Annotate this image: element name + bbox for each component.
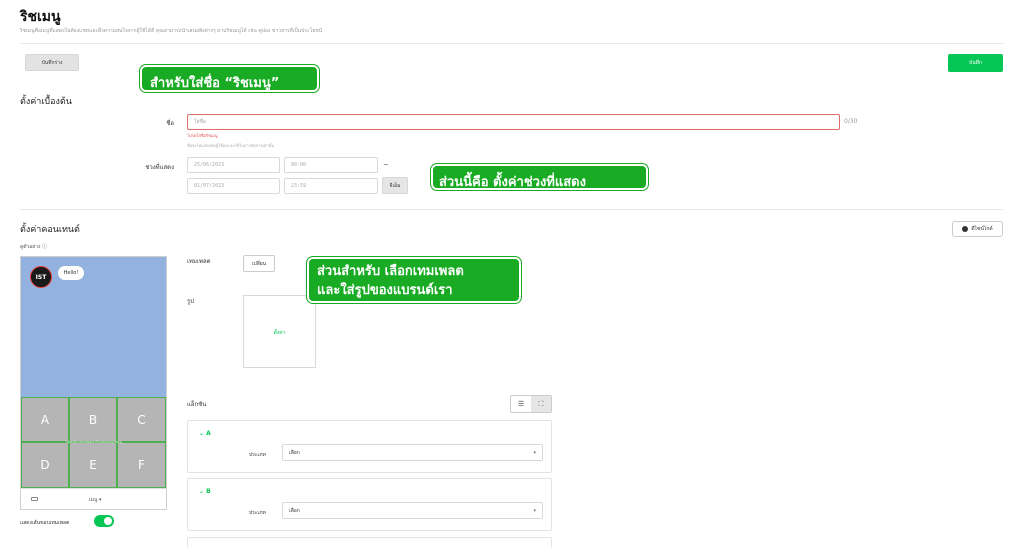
action-a-type-select[interactable]: เลือก ▾ [282,444,543,461]
content-settings-title: ตั้งค่าคอนเทนต์ [20,225,80,235]
end-time-input[interactable]: 23:59 [284,178,378,194]
action-panel-c [187,537,552,548]
menu-cell-f[interactable]: F [117,442,166,488]
save-button[interactable]: บันทึก [948,54,1003,72]
end-date-input[interactable]: 01/07/2023 [187,178,280,194]
action-a-header[interactable]: ⌄ A [199,430,211,437]
chevron-down-icon: ▾ [533,507,536,514]
preview-label: ดูตัวอย่าง ⓘ [20,244,48,250]
name-input[interactable]: ใส่ชื่อ [187,114,840,130]
name-input-placeholder: ใส่ชื่อ [194,119,206,125]
name-hint-text: ชื่อจะไม่แสดงต่อผู้ใช้และจะใช้ในการจัดกา… [187,143,275,148]
name-error-text: โปรดใส่ชื่อริชเมนู [187,133,218,138]
menu-cell-b[interactable]: B [69,397,117,442]
avatar: IST [30,266,52,288]
name-callout: สำหรับใส่ชื่อ “ริชเมนู” [140,65,319,92]
menu-cell-e[interactable]: E [69,442,117,488]
page-description: ริชเมนูคือเมนูที่แสดงในห้องแชทและดึงความ… [20,28,323,34]
divider [20,43,1003,44]
action-a-type-value: เลือก [289,449,300,456]
action-b-header[interactable]: ⌄ B [199,488,211,495]
action-panel-a: ⌄ A ประเภท เลือก ▾ [187,420,552,473]
menu-bar: เมนู ▾ [21,488,166,509]
view-toggle: ☰ ⛶ [510,395,552,413]
save-draft-button[interactable]: บันทึกร่าง [25,54,79,71]
expand-view-icon[interactable]: ⛶ [531,396,551,412]
change-template-button[interactable]: เปลี่ยน [243,255,275,272]
display-period-label: ช่วงที่แสดง [145,164,174,171]
name-counter: 0/30 [844,118,858,125]
start-date-input[interactable]: 25/06/2023 [187,157,280,173]
basic-settings-title: ตั้งค่าเบื้องต้น [20,97,72,107]
action-panel-b: ⌄ B ประเภท เลือก ▾ [187,478,552,531]
menu-cell-a[interactable]: A [21,397,69,442]
info-icon [962,226,969,232]
toggle-knob [104,517,112,525]
grid-note: โปรดเลือกเทมเพลตแล้วใส่รูปของเมนูริชเมนู [65,440,122,444]
chat-bubble: Hello! [58,266,84,280]
template-label: เทมเพลต [187,258,211,265]
template-callout: ส่วนสำหรับ เลือกเทมเพลต และใส่รูปของแบรน… [307,257,521,303]
action-a-letter: A [206,430,211,437]
design-guide-label: ดีไซน์ไกด์ [971,226,993,232]
range-separator: ~ [383,161,389,169]
show-template-border-label: แสดงเส้นขอบเทมเพลต [20,520,70,526]
image-set-link[interactable]: ตั้งค่า [244,329,315,337]
action-b-letter: B [206,488,211,495]
menu-cell-d[interactable]: D [21,442,69,488]
template-callout-line1: ส่วนสำหรับ เลือกเทมเพลต [317,264,464,279]
chevron-down-icon: ▾ [533,449,536,456]
action-b-type-select[interactable]: เลือก ▾ [282,502,543,519]
action-b-type-label: ประเภท [249,510,266,516]
image-label: รูป [187,298,195,305]
chat-area: IST Hello! [21,257,166,397]
page-title: ริชเมนู [20,9,61,25]
action-b-type-value: เลือก [289,507,300,514]
start-time-input[interactable]: 00:00 [284,157,378,173]
image-upload-box[interactable]: ตั้งค่า [243,295,316,368]
period-callout: ส่วนนี้คือ ตั้งค่าช่วงที่แสดง [431,164,648,190]
menu-bar-label[interactable]: เมนู ▾ [89,496,102,504]
template-callout-line2: และใส่รูปของแบรนด์เรา [317,283,453,298]
action-a-type-label: ประเภท [249,452,266,458]
action-label: แอ็กชัน [187,401,207,408]
name-label: ชื่อ [166,120,174,127]
design-guide-button[interactable]: ดีไซน์ไกด์ [952,221,1003,237]
show-template-border-toggle[interactable] [94,515,114,527]
timezone-button[interactable]: จีเอ็ม [382,177,408,194]
list-view-icon[interactable]: ☰ [511,396,531,412]
rich-menu-preview: IST Hello! A B C D E F โปรดเลือกเทมเพลตแ… [20,256,167,510]
menu-cell-c[interactable]: C [117,397,166,442]
divider [20,209,1003,210]
keyboard-icon [31,497,38,501]
